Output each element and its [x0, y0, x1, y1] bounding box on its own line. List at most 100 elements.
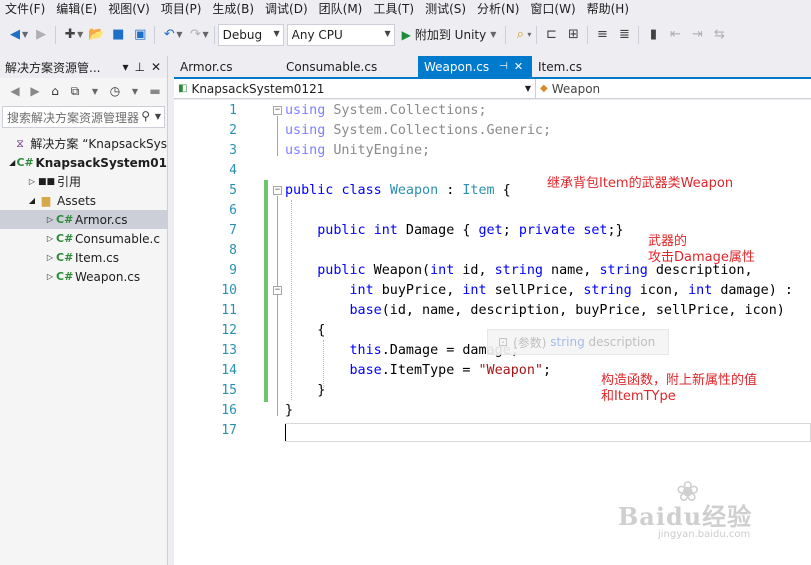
menu-window[interactable]: 窗口(W) — [525, 0, 581, 19]
tree-item-armor[interactable]: ▷ C# Armor.cs — [0, 210, 167, 229]
line-number: 9 — [229, 263, 237, 278]
csharp-project-icon: C# — [16, 156, 34, 169]
tab-label: Armor.cs — [180, 59, 233, 74]
watermark-url: jingyan.baidu.com — [658, 529, 751, 540]
chevron-down-icon[interactable]: ▼ — [490, 30, 496, 39]
solution-explorer-title: 解决方案资源管... — [5, 60, 101, 75]
chevron-down-icon[interactable]: ▼ — [202, 30, 208, 39]
collapse-icon[interactable]: − — [273, 186, 282, 195]
project-dropdown[interactable]: ◧ KnapsackSystem0121 ▼ — [174, 79, 536, 98]
chevron-down-icon[interactable]: ▼ — [77, 30, 83, 39]
collapsed-caret-icon[interactable]: ▷ — [44, 253, 56, 262]
line-number: 11 — [221, 303, 237, 318]
step-icon[interactable]: ⊏ — [540, 24, 562, 46]
tab-item[interactable]: Item.cs — [532, 56, 612, 77]
code-line-3: using UnityEngine; — [285, 143, 431, 158]
menu-debug[interactable]: 调试(D) — [260, 0, 314, 19]
collapse-icon[interactable]: − — [273, 286, 282, 295]
pin-icon[interactable]: ⊥ — [134, 60, 144, 74]
menu-build[interactable]: 生成(B) — [207, 0, 260, 19]
collapsed-caret-icon[interactable]: ▷ — [26, 177, 38, 186]
tree-item-consumable[interactable]: ▷ C# Consumable.c — [0, 229, 167, 248]
collapse-icon[interactable]: − — [273, 106, 282, 115]
chevron-down-icon[interactable]: ▼ — [86, 87, 104, 96]
more-icon[interactable]: ▬ — [146, 84, 164, 98]
line-number: 13 — [221, 343, 237, 358]
tooltip-type: string — [550, 335, 585, 349]
code-line-10: int buyPrice, int sellPrice, string icon… — [349, 283, 793, 298]
menu-help[interactable]: 帮助(H) — [582, 0, 635, 19]
forward-icon[interactable]: ▶ — [30, 24, 52, 46]
menu-view[interactable]: 视图(V) — [103, 0, 156, 19]
solution-search-input[interactable]: 搜索解决方案资源管理器 ⚲ ▼ — [2, 106, 165, 128]
member-dropdown-value: Weapon — [551, 81, 601, 96]
chevron-down-icon[interactable]: ▼ — [155, 112, 161, 121]
member-dropdown[interactable]: ◆ Weapon — [536, 79, 811, 98]
folder-icon: ▆ — [41, 194, 51, 207]
back-icon[interactable]: ◀ — [6, 84, 24, 98]
expanded-caret-icon[interactable]: ◢ — [8, 158, 16, 167]
expanded-caret-icon[interactable]: ◢ — [26, 196, 38, 205]
code-line-1: using System.Collections; — [285, 103, 487, 118]
menu-project[interactable]: 项目(P) — [156, 0, 208, 19]
tree-item-weapon[interactable]: ▷ C# Weapon.cs — [0, 267, 167, 286]
history-icon[interactable]: ◷ — [106, 84, 124, 98]
code-line-11: base(id, name, description, buyPrice, se… — [349, 303, 785, 318]
tree-item-label: Consumable.c — [75, 231, 160, 246]
pin-icon[interactable]: ⊣ — [499, 61, 508, 72]
save-all-icon[interactable]: ▣ — [129, 24, 151, 46]
attach-unity-button[interactable]: ▶ 附加到 Unity ▼ — [398, 24, 503, 46]
tab-consumable[interactable]: Consumable.cs — [280, 56, 418, 77]
prev-bookmark-icon[interactable]: ⇤ — [664, 24, 686, 46]
tree-item-assets[interactable]: ◢ ▆ Assets — [0, 191, 167, 210]
menu-test[interactable]: 测试(S) — [420, 0, 472, 19]
menu-edit[interactable]: 编辑(E) — [51, 0, 103, 19]
platform-select[interactable]: Any CPU ▼ — [286, 23, 395, 46]
sync-icon[interactable]: ⧉ — [66, 84, 84, 99]
chevron-down-icon: ▼ — [273, 28, 280, 38]
menu-analyze[interactable]: 分析(N) — [472, 0, 525, 19]
search-icon[interactable]: ⚲ — [141, 109, 150, 123]
tab-weapon[interactable]: Weapon.cs ⊣ ✕ — [418, 56, 532, 77]
collapsed-caret-icon[interactable]: ▷ — [44, 215, 56, 224]
save-icon[interactable]: ■ — [107, 24, 129, 46]
tab-armor[interactable]: Armor.cs — [174, 56, 280, 77]
home-icon[interactable]: ⌂ — [46, 84, 64, 98]
tree-item-references[interactable]: ▷ ■■ 引用 — [0, 172, 167, 191]
comment-icon[interactable]: ≡ — [591, 24, 613, 46]
clear-bookmarks-icon[interactable]: ⇆ — [708, 24, 730, 46]
close-icon[interactable]: ✕ — [514, 60, 523, 73]
navigation-bar: ◧ KnapsackSystem0121 ▼ ◆ Weapon — [174, 79, 811, 99]
config-value: Debug — [222, 27, 263, 42]
tab-label: Weapon.cs — [424, 59, 490, 74]
tree-item-solution[interactable]: ⧖ 解决方案 “KnapsackSys — [0, 134, 167, 153]
menu-tools[interactable]: 工具(T) — [368, 0, 420, 19]
collapsed-caret-icon[interactable]: ▷ — [44, 234, 56, 243]
window-position-icon[interactable]: ▾ — [122, 60, 128, 74]
chevron-down-icon[interactable]: ▼ — [126, 87, 144, 96]
tree-item-label: Weapon.cs — [75, 269, 141, 284]
tree-item-project[interactable]: ◢ C# KnapsackSystem01 — [0, 153, 167, 172]
bookmark-icon[interactable]: ▮ — [642, 24, 664, 46]
tree-item-item[interactable]: ▷ C# Item.cs — [0, 248, 167, 267]
menu-file[interactable]: 文件(F) — [0, 0, 51, 19]
chevron-down-icon[interactable]: ▼ — [176, 30, 182, 39]
csharp-file-icon: C# — [56, 270, 74, 283]
open-folder-icon[interactable]: 📂 — [85, 24, 107, 46]
next-bookmark-icon[interactable]: ⇥ — [686, 24, 708, 46]
line-number: 8 — [229, 243, 237, 258]
menu-team[interactable]: 团队(M) — [314, 0, 369, 19]
close-icon[interactable]: ✕ — [151, 60, 161, 74]
toolbar-divider — [505, 25, 507, 44]
change-marker — [264, 180, 268, 402]
config-select[interactable]: Debug ▼ — [217, 23, 284, 46]
chevron-down-icon[interactable]: ▼ — [22, 30, 28, 39]
tree-item-label: Item.cs — [75, 250, 119, 265]
code-line-12: { — [285, 323, 326, 338]
chevron-down-icon[interactable]: ▾ — [527, 30, 531, 39]
uncomment-icon[interactable]: ≣ — [613, 24, 635, 46]
outline-icon[interactable]: ⊞ — [562, 24, 584, 46]
collapsed-caret-icon[interactable]: ▷ — [44, 272, 56, 281]
forward-icon[interactable]: ▶ — [26, 84, 44, 98]
annotation-ctor-line2: 和ItemTYpe — [601, 389, 676, 404]
